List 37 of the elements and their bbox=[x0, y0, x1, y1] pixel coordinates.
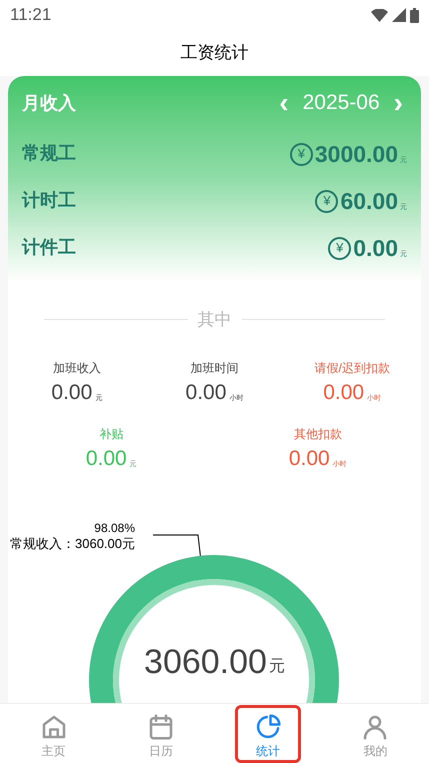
page-title: 工资统计 bbox=[180, 42, 248, 64]
yuan-icon: ¥ bbox=[315, 190, 338, 212]
wifi-icon bbox=[371, 8, 388, 22]
tab-bar-item[interactable]: 统计 bbox=[235, 704, 302, 762]
stat-label: 补贴 bbox=[99, 426, 124, 442]
month-label: 2025-06 bbox=[302, 90, 380, 116]
income-type-label: 计件工 bbox=[22, 236, 76, 259]
stat-label: 其他扣款 bbox=[294, 426, 342, 442]
chart-value-label: 常规收入：3060.00元 bbox=[10, 536, 135, 552]
stat-label: 加班收入 bbox=[52, 360, 101, 376]
tab-bar-item[interactable]: 我的 bbox=[342, 704, 408, 762]
previous-month-button[interactable]: ‹ bbox=[275, 89, 293, 117]
signal-icon bbox=[392, 8, 406, 22]
income-amount: 3000.00 bbox=[314, 140, 398, 168]
stat-value: 0.00 bbox=[86, 446, 127, 470]
tab-bar-item[interactable]: 日历 bbox=[128, 704, 194, 762]
chart-percent-label: 98.08% bbox=[94, 520, 135, 536]
income-type-label: 常规工 bbox=[22, 142, 76, 165]
tab-bar-item[interactable]: 主页 bbox=[20, 704, 87, 762]
section-heading: 其中 bbox=[198, 309, 232, 331]
stat-value: 0.00 bbox=[288, 446, 330, 470]
stat-value: 0.00 bbox=[323, 380, 364, 404]
income-type-label: 计时工 bbox=[22, 189, 76, 212]
yuan-icon: ¥ bbox=[290, 142, 313, 166]
status-time: 11:21 bbox=[10, 4, 52, 26]
unit-label: 元 bbox=[268, 656, 285, 676]
stat-value: 0.00 bbox=[186, 380, 226, 404]
stat-label: 请假/迟到扣款 bbox=[314, 360, 390, 376]
total-amount: 3060.00 bbox=[144, 642, 267, 682]
income-amount: 0.00 bbox=[353, 234, 398, 262]
income-amount: 60.00 bbox=[340, 186, 398, 216]
battery-icon bbox=[410, 8, 419, 22]
stat-label: 加班时间 bbox=[190, 360, 238, 376]
yuan-icon: ¥ bbox=[328, 236, 352, 260]
income-title: 月收入 bbox=[22, 92, 76, 114]
stat-value: 0.00 bbox=[51, 380, 92, 404]
next-month-button[interactable]: › bbox=[390, 89, 407, 117]
